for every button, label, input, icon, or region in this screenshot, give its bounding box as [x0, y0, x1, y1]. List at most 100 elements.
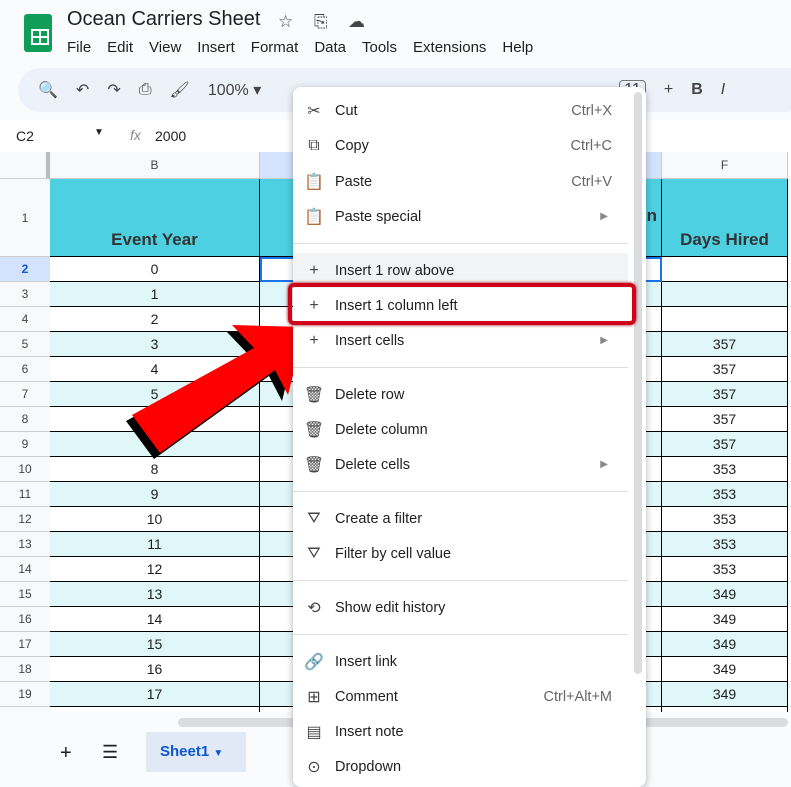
row-header[interactable]: 9 [0, 432, 50, 457]
cell-days-hired[interactable]: 357 [662, 382, 788, 407]
undo-icon[interactable]: ↶ [76, 80, 89, 100]
menu-tools[interactable]: Tools [362, 39, 397, 56]
cell-event-year[interactable]: 14 [50, 607, 260, 632]
menu-item-insert-link[interactable]: 🔗 Insert link [293, 644, 628, 679]
row-header[interactable]: 13 [0, 532, 50, 557]
row-header[interactable]: 15 [0, 582, 50, 607]
name-box[interactable]: C2 [16, 128, 34, 144]
cell-days-hired[interactable]: 353 [662, 557, 788, 582]
row-header[interactable]: 18 [0, 657, 50, 682]
cell-days-hired[interactable]: 357 [662, 332, 788, 357]
row-header[interactable]: 11 [0, 482, 50, 507]
cell-days-hired[interactable] [662, 257, 788, 282]
bold-button[interactable]: B [691, 81, 703, 99]
menu-item-insert-note[interactable]: ▤ Insert note [293, 714, 628, 749]
cell-days-hired[interactable]: 353 [662, 457, 788, 482]
menu-item-comment[interactable]: ⊞ Comment Ctrl+Alt+M [293, 679, 628, 714]
cell-event-year[interactable]: 17 [50, 682, 260, 707]
sheet-tab-dropdown-icon[interactable]: ▼ [213, 748, 223, 759]
menu-file[interactable]: File [67, 39, 91, 56]
menu-format[interactable]: Format [251, 39, 299, 56]
menu-item-filter-by-cell-value[interactable]: ⛛ Filter by cell value [293, 536, 628, 571]
menu-insert[interactable]: Insert [197, 39, 235, 56]
row-header[interactable]: 6 [0, 357, 50, 382]
cell-days-hired[interactable]: 349 [662, 607, 788, 632]
cell-event-year[interactable]: 13 [50, 582, 260, 607]
all-sheets-icon[interactable]: ☰ [102, 742, 118, 763]
row-header[interactable]: 16 [0, 607, 50, 632]
cell-event-year[interactable]: 10 [50, 507, 260, 532]
cell-days-hired[interactable] [662, 307, 788, 332]
cell-days-hired[interactable]: 357 [662, 407, 788, 432]
row-header[interactable]: 19 [0, 682, 50, 707]
row-header[interactable]: 17 [0, 632, 50, 657]
sheets-logo[interactable] [24, 14, 52, 52]
increase-font-icon[interactable]: + [664, 81, 673, 99]
row-header[interactable]: 8 [0, 407, 50, 432]
doc-title[interactable]: Ocean Carriers Sheet [67, 8, 260, 31]
cell-days-hired[interactable]: 353 [662, 532, 788, 557]
star-icon[interactable]: ☆ [278, 12, 293, 32]
menu-item-insert-cells[interactable]: + Insert cells ▶ [293, 323, 628, 358]
row-header[interactable]: 5 [0, 332, 50, 357]
paint-format-icon[interactable]: 🖌 [170, 80, 190, 100]
menu-scrollbar[interactable] [634, 92, 642, 674]
cell-days-hired[interactable]: 349 [662, 682, 788, 707]
menu-extensions[interactable]: Extensions [413, 39, 486, 56]
menu-item-create-a-filter[interactable]: ⛛ Create a filter [293, 501, 628, 536]
row-header[interactable]: 14 [0, 557, 50, 582]
row-header[interactable]: 4 [0, 307, 50, 332]
row-header[interactable]: 7 [0, 382, 50, 407]
column-header-f[interactable]: F [662, 152, 788, 179]
cell-days-hired[interactable]: 353 [662, 507, 788, 532]
row-header-1[interactable]: 1 [0, 179, 50, 257]
cell-event-year[interactable]: 16 [50, 657, 260, 682]
column-header-b[interactable]: B [50, 152, 260, 179]
cell-event-year[interactable]: 12 [50, 557, 260, 582]
move-folder-icon[interactable]: ⎘ [314, 12, 328, 32]
search-icon[interactable]: 🔍 [38, 80, 58, 100]
row-header[interactable]: 2 [0, 257, 50, 282]
cell-event-year[interactable]: 9 [50, 482, 260, 507]
corner-cell[interactable] [0, 152, 50, 179]
row-header[interactable]: 3 [0, 282, 50, 307]
menu-edit[interactable]: Edit [107, 39, 133, 56]
cell-event-year[interactable]: 15 [50, 632, 260, 657]
redo-icon[interactable]: ↷ [107, 80, 120, 100]
menu-item-delete-row[interactable]: 🗑 Delete row [293, 377, 628, 412]
cloud-saved-icon[interactable]: ☁ [348, 12, 365, 32]
menu-item-copy[interactable]: ⧉ Copy Ctrl+C [293, 128, 628, 163]
cell-days-hired[interactable]: 349 [662, 657, 788, 682]
cell-days-hired[interactable]: 349 [662, 582, 788, 607]
cell-days-hired[interactable]: 353 [662, 482, 788, 507]
cell-event-year[interactable]: 8 [50, 457, 260, 482]
menu-item-dropdown[interactable]: ⊙ Dropdown [293, 749, 628, 784]
menu-item-delete-cells[interactable]: 🗑 Delete cells ▶ [293, 447, 628, 482]
menu-item-show-edit-history[interactable]: ⟲ Show edit history [293, 590, 628, 625]
menu-data[interactable]: Data [314, 39, 346, 56]
formula-input[interactable]: 2000 [155, 128, 186, 144]
name-box-dropdown-icon[interactable]: ▼ [94, 127, 104, 138]
cell-event-year[interactable]: 0 [50, 257, 260, 282]
zoom-select[interactable]: 100% ▾ [208, 80, 261, 100]
cell-days-hired[interactable]: 349 [662, 632, 788, 657]
menu-help[interactable]: Help [502, 39, 533, 56]
print-icon[interactable]: ⎙ [139, 81, 152, 99]
cell-days-hired[interactable]: 349 [662, 707, 788, 712]
row-header[interactable]: 12 [0, 507, 50, 532]
sheet-tab-sheet1[interactable]: Sheet1 ▼ [146, 732, 246, 772]
cell-event-year[interactable]: 1 [50, 282, 260, 307]
menu-item-paste-special[interactable]: 📋 Paste special ▶ [293, 199, 628, 234]
row-header[interactable]: 20 [0, 707, 50, 712]
italic-button[interactable]: I [721, 81, 725, 99]
menu-view[interactable]: View [149, 39, 181, 56]
menu-item-cut[interactable]: ✂ Cut Ctrl+X [293, 93, 628, 128]
cell-event-year[interactable]: 11 [50, 532, 260, 557]
row-header[interactable]: 10 [0, 457, 50, 482]
add-sheet-icon[interactable]: + [60, 742, 72, 765]
menu-item-delete-column[interactable]: 🗑 Delete column [293, 412, 628, 447]
cell-event-year[interactable]: 18 [50, 707, 260, 712]
cell-days-hired[interactable]: 357 [662, 432, 788, 457]
menu-item-paste[interactable]: 📋 Paste Ctrl+V [293, 164, 628, 199]
cell-days-hired[interactable]: 357 [662, 357, 788, 382]
